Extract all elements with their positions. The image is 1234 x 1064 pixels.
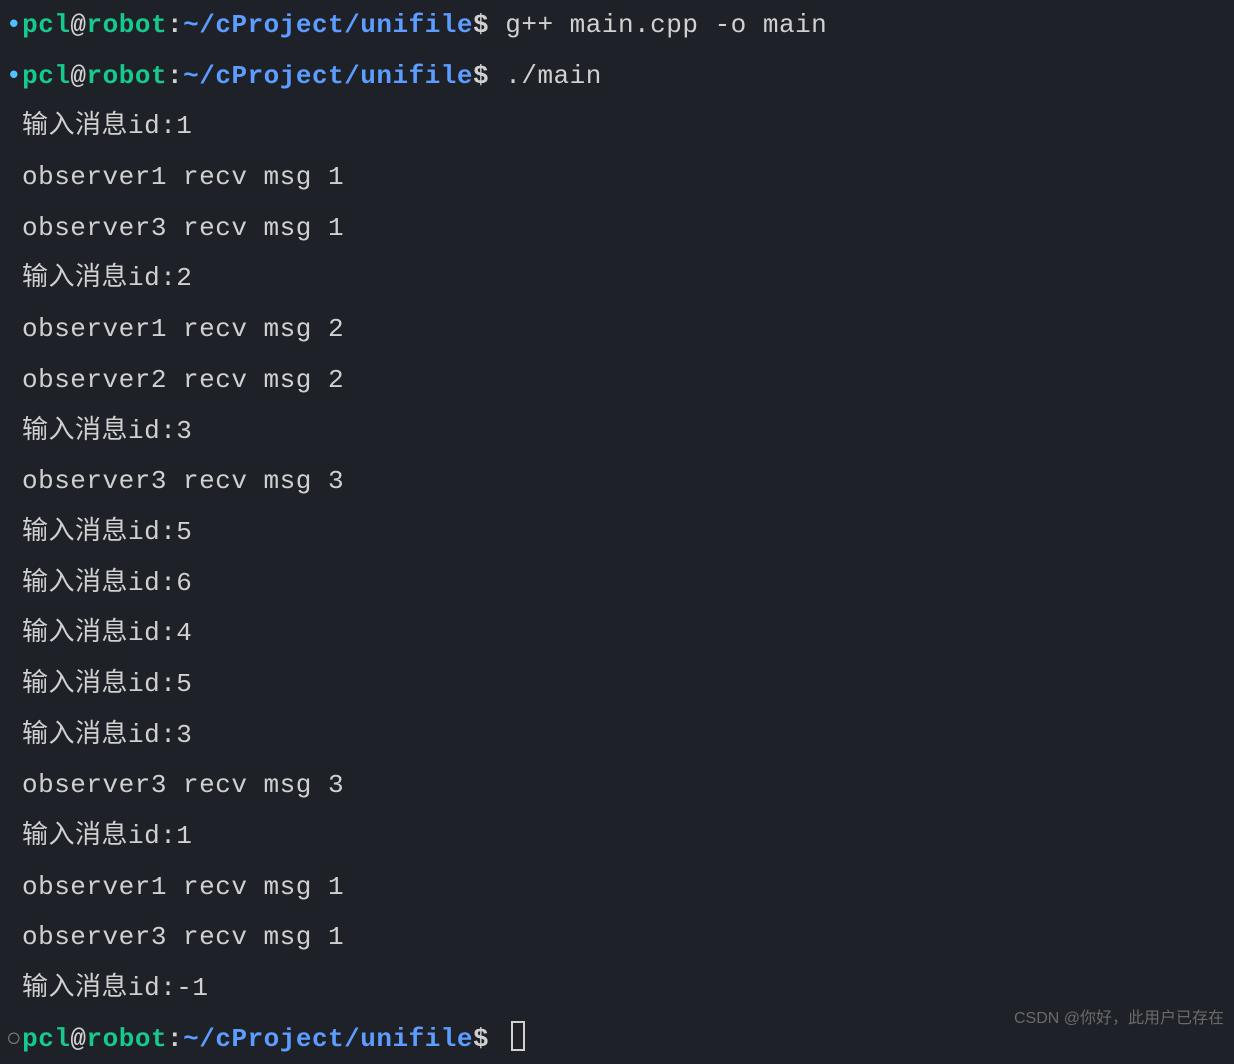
prompt-path: ~/cProject/unifile	[183, 10, 473, 40]
prompt-bullet-icon: ○	[6, 1024, 22, 1054]
command-text: ./main	[505, 61, 602, 91]
output-line: observer1 recv msg 1	[6, 152, 1228, 203]
watermark-text: CSDN @你好，此用户已存在	[1014, 1003, 1224, 1034]
prompt-colon: :	[167, 1024, 183, 1054]
prompt-line: •pcl@robot:~/cProject/unifile$ g++ main.…	[6, 0, 1228, 51]
output-line: observer3 recv msg 1	[6, 912, 1228, 963]
prompt-colon: :	[167, 61, 183, 91]
prompt-host: robot	[87, 10, 168, 40]
output-line: 输入消息id:5	[6, 659, 1228, 710]
cursor-icon	[511, 1021, 525, 1051]
output-line: observer3 recv msg 1	[6, 203, 1228, 254]
output-line: 输入消息id:6	[6, 558, 1228, 609]
prompt-dollar: $	[473, 1024, 505, 1054]
prompt-user: pcl	[22, 61, 70, 91]
output-line: 输入消息id:3	[6, 710, 1228, 761]
output-line: 输入消息id:5	[6, 507, 1228, 558]
prompt-colon: :	[167, 10, 183, 40]
terminal-window[interactable]: •pcl@robot:~/cProject/unifile$ g++ main.…	[0, 0, 1234, 1064]
prompt-host: robot	[87, 61, 168, 91]
prompt-path: ~/cProject/unifile	[183, 1024, 473, 1054]
command-text: g++ main.cpp -o main	[505, 10, 827, 40]
output-line: observer1 recv msg 2	[6, 304, 1228, 355]
output-line: 输入消息id:1	[6, 811, 1228, 862]
prompt-host: robot	[87, 1024, 168, 1054]
prompt-bullet-icon: •	[6, 10, 22, 40]
output-line: 输入消息id:4	[6, 608, 1228, 659]
output-line: 输入消息id:3	[6, 406, 1228, 457]
output-line: observer3 recv msg 3	[6, 456, 1228, 507]
prompt-dollar: $	[473, 61, 505, 91]
output-line: observer1 recv msg 1	[6, 862, 1228, 913]
prompt-dollar: $	[473, 10, 505, 40]
prompt-user: pcl	[22, 10, 70, 40]
output-line: observer2 recv msg 2	[6, 355, 1228, 406]
output-line: 输入消息id:1	[6, 101, 1228, 152]
prompt-line: •pcl@robot:~/cProject/unifile$ ./main	[6, 51, 1228, 102]
prompt-bullet-icon: •	[6, 61, 22, 91]
prompt-path: ~/cProject/unifile	[183, 61, 473, 91]
output-line: observer3 recv msg 3	[6, 760, 1228, 811]
output-line: 输入消息id:2	[6, 253, 1228, 304]
prompt-at: @	[70, 10, 86, 40]
prompt-at: @	[70, 61, 86, 91]
prompt-user: pcl	[22, 1024, 70, 1054]
prompt-at: @	[70, 1024, 86, 1054]
